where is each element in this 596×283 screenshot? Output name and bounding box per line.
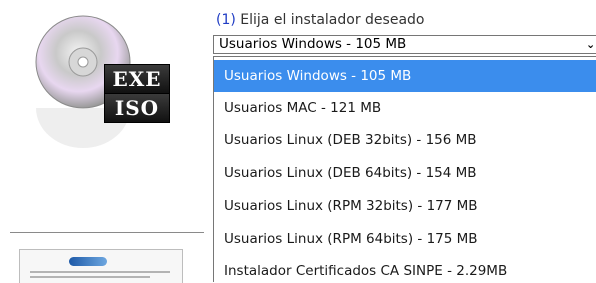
installer-dropdown-list: Usuarios Windows - 105 MB Usuarios MAC -… bbox=[213, 56, 596, 282]
installer-select-value: Usuarios Windows - 105 MB bbox=[219, 36, 407, 52]
dropdown-option-linux-rpm-32[interactable]: Usuarios Linux (RPM 32bits) - 177 MB bbox=[214, 190, 596, 222]
step-number: (1) bbox=[216, 12, 236, 28]
exe-badge: EXE bbox=[104, 64, 170, 94]
dropdown-option-linux-deb-64[interactable]: Usuarios Linux (DEB 64bits) - 154 MB bbox=[214, 157, 596, 189]
thumbnail-logo bbox=[69, 257, 107, 266]
divider bbox=[10, 232, 204, 233]
dropdown-option-mac[interactable]: Usuarios MAC - 121 MB bbox=[214, 92, 596, 124]
step-text: Elija el instalador deseado bbox=[240, 12, 425, 28]
thumbnail-text-line bbox=[30, 271, 170, 273]
chevron-down-icon[interactable]: ⌄ bbox=[586, 36, 596, 53]
dropdown-option-windows[interactable]: Usuarios Windows - 105 MB bbox=[214, 60, 596, 92]
document-thumbnail[interactable] bbox=[19, 249, 183, 283]
installer-select[interactable]: Usuarios Windows - 105 MB ⌄ bbox=[213, 35, 596, 54]
iso-badge: ISO bbox=[104, 93, 170, 123]
dropdown-option-linux-deb-32[interactable]: Usuarios Linux (DEB 32bits) - 156 MB bbox=[214, 124, 596, 156]
thumbnail-text-line bbox=[30, 276, 150, 278]
dropdown-option-linux-rpm-64[interactable]: Usuarios Linux (RPM 64bits) - 175 MB bbox=[214, 223, 596, 255]
step-label: (1) Elija el instalador deseado bbox=[216, 11, 424, 29]
dropdown-option-ca-sinpe[interactable]: Instalador Certificados CA SINPE - 2.29M… bbox=[214, 255, 596, 282]
